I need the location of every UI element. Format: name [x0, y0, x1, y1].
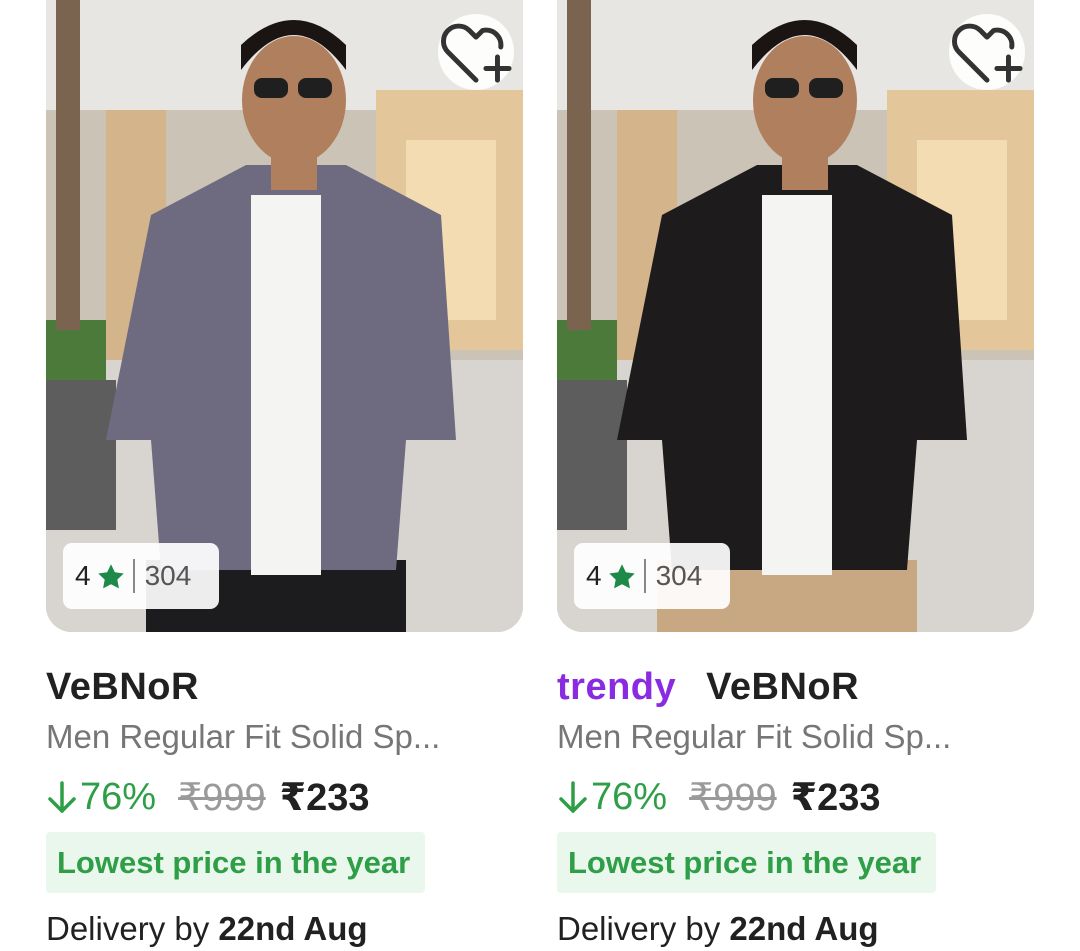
rating-divider [643, 559, 646, 593]
wishlist-button[interactable] [940, 14, 1034, 90]
rating-value: 4 [75, 560, 91, 591]
wishlist-button[interactable] [429, 14, 523, 90]
discount: 76% [557, 776, 667, 819]
wishlist-circle[interactable] [438, 14, 514, 90]
wishlist-circle[interactable] [949, 14, 1025, 90]
discount-percent: 76% [80, 775, 157, 818]
delivery-date: 22nd Aug [218, 910, 368, 947]
brand-row: VeBNoR [46, 662, 199, 712]
product-image[interactable]: 4 304 [557, 0, 1034, 632]
delivery-date: 22nd Aug [729, 910, 879, 947]
lowest-price-badge: Lowest price in the year [557, 832, 936, 893]
trendy-logo: trendy [557, 665, 677, 708]
mrp-price: ₹999 [689, 776, 777, 819]
rating-badge: 4 304 [574, 543, 730, 609]
brand-name: VeBNoR [706, 665, 860, 708]
heart-plus-icon [952, 23, 1023, 83]
selling-price: ₹233 [790, 776, 881, 819]
delivery-prefix: Delivery by [557, 910, 730, 947]
rating-value: 4 [586, 560, 602, 591]
product-photo [557, 0, 1034, 632]
rating-divider [132, 559, 135, 593]
rating-badge: 4 304 [63, 543, 219, 609]
product-title[interactable]: Men Regular Fit Solid Sp... [46, 718, 440, 756]
price-row: 76% ₹999 ₹233 [557, 772, 880, 822]
brand-name: VeBNoR [46, 665, 199, 708]
discount: 76% [46, 776, 156, 819]
selling-price: ₹233 [279, 776, 370, 819]
discount-percent: 76% [591, 775, 668, 818]
product-card-2[interactable]: 4 304 trendy VeBNoR Men Regular Fit Soli… [557, 0, 1034, 951]
lowest-price-badge: Lowest price in the year [46, 832, 425, 893]
delivery-prefix: Delivery by [46, 910, 219, 947]
arrow-down-icon [559, 781, 587, 813]
product-image[interactable]: 4 304 [46, 0, 523, 632]
product-title[interactable]: Men Regular Fit Solid Sp... [557, 718, 951, 756]
star-icon [97, 563, 125, 590]
product-photo [46, 0, 523, 632]
star-icon [608, 563, 636, 590]
product-card-1[interactable]: 4 304 VeBNoR Men Regular Fit Solid Sp...… [46, 0, 523, 951]
delivery-info: Delivery by 22nd Aug [46, 910, 368, 948]
mrp-price: ₹999 [178, 776, 266, 819]
heart-plus-icon [441, 23, 512, 83]
arrow-down-icon [48, 781, 76, 813]
brand-row: trendy VeBNoR [557, 662, 859, 712]
price-row: 76% ₹999 ₹233 [46, 772, 369, 822]
delivery-info: Delivery by 22nd Aug [557, 910, 879, 948]
rating-count: 304 [655, 560, 703, 591]
rating-count: 304 [144, 560, 192, 591]
